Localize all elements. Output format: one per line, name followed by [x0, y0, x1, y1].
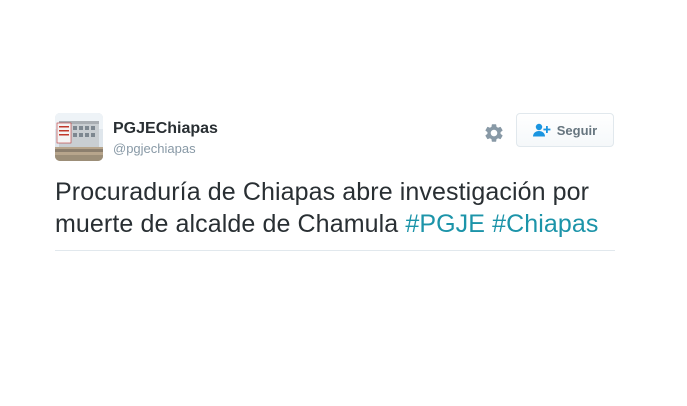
tweet-card: PGJEChiapas @pgjechiapas Seguir Procurad…	[55, 113, 615, 251]
divider	[55, 250, 615, 251]
screen-name[interactable]: @pgjechiapas	[113, 141, 218, 157]
add-user-icon	[532, 123, 551, 137]
tweet-header: PGJEChiapas @pgjechiapas Seguir	[55, 113, 615, 161]
avatar[interactable]	[55, 113, 103, 161]
tweet-text: Procuraduría de Chiapas abre investigaci…	[55, 176, 615, 240]
settings-gear-icon[interactable]	[483, 122, 505, 144]
follow-label: Seguir	[556, 122, 598, 138]
hashtag-pgje[interactable]: #PGJE	[405, 210, 485, 238]
display-name[interactable]: PGJEChiapas	[113, 120, 218, 138]
follow-button[interactable]: Seguir	[516, 113, 614, 147]
building-photo-icon	[55, 113, 103, 161]
hashtag-chiapas[interactable]: #Chiapas	[492, 210, 598, 238]
user-names: PGJEChiapas @pgjechiapas	[113, 120, 218, 157]
